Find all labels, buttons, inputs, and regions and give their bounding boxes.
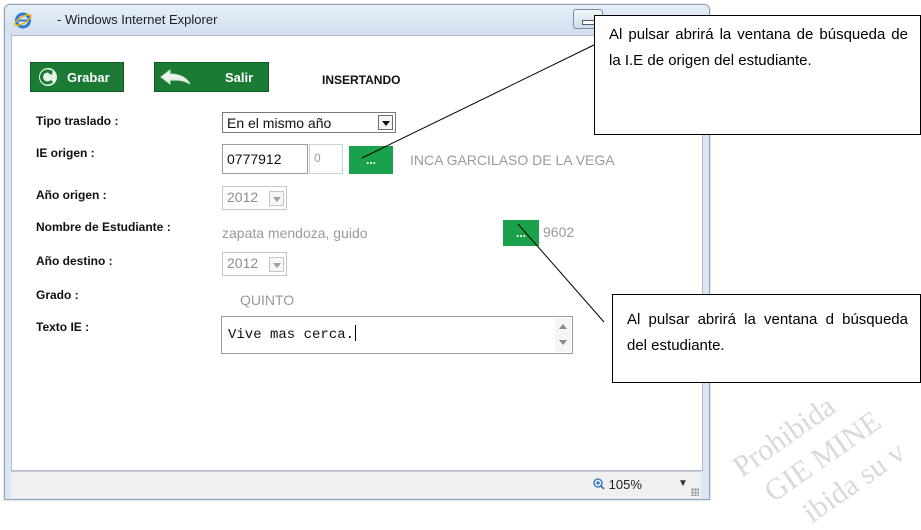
origin-ie-annex-value: 0 xyxy=(314,151,321,165)
dest-year-value: 2012 xyxy=(227,255,259,271)
transfer-type-value: En el mismo año xyxy=(227,115,332,131)
scroll-down-icon[interactable] xyxy=(559,340,567,345)
transfer-type-select[interactable]: En el mismo año xyxy=(222,112,396,133)
save-icon xyxy=(39,68,57,86)
status-bar: 105% ▼ xyxy=(11,471,701,498)
ie-text-label: Texto IE : xyxy=(36,320,90,334)
ie-text-value: Vive mas cerca. xyxy=(228,327,355,343)
origin-ie-code-input[interactable]: 0777912 xyxy=(222,144,308,174)
save-button-label: Grabar xyxy=(67,70,110,85)
window-title: - Windows Internet Explorer xyxy=(57,12,218,27)
grade-label: Grado : xyxy=(36,288,79,302)
mode-indicator: INSERTANDO xyxy=(322,73,401,87)
origin-year-select[interactable]: 2012 xyxy=(222,186,287,210)
origin-year-label: Año origen : xyxy=(36,188,107,202)
zoom-dropdown-icon[interactable]: ▼ xyxy=(678,478,688,489)
text-caret xyxy=(355,325,357,341)
zoom-control[interactable]: 105% xyxy=(593,477,642,492)
origin-ie-name: INCA GARCILASO DE LA VEGA xyxy=(410,152,615,168)
student-label: Nombre de Estudiante : xyxy=(36,220,171,234)
save-button[interactable]: Grabar xyxy=(30,62,124,92)
student-code: 9602 xyxy=(543,224,575,240)
origin-ie-label: IE origen : xyxy=(36,146,95,160)
dest-year-select[interactable]: 2012 xyxy=(222,252,287,276)
textarea-scrollbar[interactable] xyxy=(555,318,571,352)
chevron-down-icon[interactable] xyxy=(269,257,284,272)
exit-button-label: Salir xyxy=(225,70,254,85)
transfer-type-label: Tipo traslado : xyxy=(36,114,119,128)
origin-ie-annex-input[interactable]: 0 xyxy=(309,144,343,174)
student-name: zapata mendoza, guido xyxy=(222,225,368,241)
student-search-button[interactable]: ... xyxy=(503,220,539,246)
dest-year-label: Año destino : xyxy=(36,254,113,268)
resize-grip-icon[interactable] xyxy=(691,488,699,496)
zoom-level: 105% xyxy=(608,477,642,492)
origin-year-value: 2012 xyxy=(227,189,259,205)
grade-value: QUINTO xyxy=(240,292,295,308)
back-arrow-icon xyxy=(160,68,191,86)
callout-ie-search: Al pulsar abrirá la ventana de búsqueda … xyxy=(594,15,921,135)
origin-ie-code-value: 0777912 xyxy=(227,151,282,167)
chevron-down-icon[interactable] xyxy=(378,115,393,130)
origin-ie-search-button[interactable]: ... xyxy=(349,146,393,174)
ie-text-area[interactable]: Vive mas cerca. xyxy=(221,316,573,354)
internet-explorer-icon xyxy=(14,12,32,29)
zoom-icon xyxy=(593,478,605,490)
exit-button[interactable]: Salir xyxy=(154,62,269,92)
chevron-down-icon[interactable] xyxy=(269,191,284,206)
callout-student-search: Al pulsar abrirá la ventana d búsqueda d… xyxy=(612,294,921,383)
scroll-up-icon[interactable] xyxy=(559,324,567,329)
